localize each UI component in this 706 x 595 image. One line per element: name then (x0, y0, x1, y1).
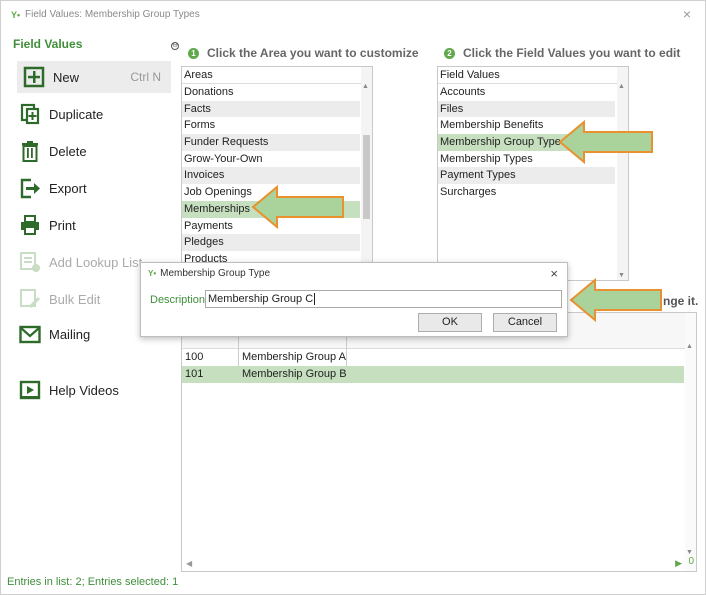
export-icon (19, 177, 41, 199)
areas-scrollbar[interactable]: ▲ (361, 67, 372, 266)
collapse-panel-button[interactable]: ⊖ (171, 42, 179, 50)
list-item[interactable]: Accounts (438, 84, 615, 101)
step-2-label: Click the Field Values you want to edit (463, 46, 681, 60)
list-item[interactable]: Pledges (182, 234, 360, 251)
sidebar-item-print[interactable]: Print (13, 209, 171, 241)
list-item[interactable]: Payment Types (438, 167, 615, 185)
sidebar-item-export[interactable]: Export (13, 172, 171, 204)
window-close-button[interactable]: × (683, 6, 691, 22)
scroll-up-arrow-icon[interactable]: ▲ (686, 343, 693, 350)
sidebar-item-label: Delete (49, 143, 87, 159)
description-field[interactable]: Membership Group C (205, 290, 562, 308)
scroll-right-arrow-icon[interactable]: ▶ (675, 558, 682, 569)
table-row-selected[interactable]: 101 Membership Group B (182, 366, 684, 383)
list-item[interactable]: Donations (182, 84, 360, 101)
list-item[interactable]: Funder Requests (182, 134, 360, 151)
sidebar-heading: Field Values (13, 37, 83, 51)
values-table[interactable]: 100 Membership Group A 101 Membership Gr… (181, 312, 697, 572)
areas-list[interactable]: Areas Donations Facts Forms Funder Reque… (181, 66, 373, 267)
list-item[interactable]: Invoices (182, 167, 360, 185)
shortcut-label: Ctrl N (130, 70, 161, 84)
list-item[interactable]: Forms (182, 117, 360, 134)
main-window: Y• Field Values: Membership Group Types … (0, 0, 706, 595)
plus-square-icon (23, 66, 45, 88)
printer-icon (19, 214, 41, 236)
scroll-left-arrow-icon[interactable]: ◀ (186, 559, 192, 568)
callout-arrow-description (569, 278, 662, 322)
app-logo-icon: Y• (11, 10, 21, 20)
sidebar-item-label: Print (49, 217, 76, 233)
video-icon (19, 379, 41, 401)
list-item[interactable]: Files (438, 100, 615, 118)
table-row[interactable]: 100 Membership Group A (182, 349, 684, 366)
list-item[interactable]: Surcharges (438, 184, 615, 201)
areas-list-header: Areas (182, 67, 372, 84)
sidebar-item-label: Duplicate (49, 106, 104, 122)
sidebar-item-help-videos[interactable]: Help Videos (13, 374, 171, 406)
ok-button[interactable]: OK (418, 313, 482, 332)
description-value: Membership Group C (208, 293, 314, 305)
corner-counter: 0 (688, 556, 694, 567)
table-scrollbar[interactable]: ▲ ▼ (685, 313, 696, 571)
scroll-thumb[interactable] (363, 135, 370, 219)
dialog-title-text: Membership Group Type (160, 268, 271, 279)
cancel-button[interactable]: Cancel (493, 313, 557, 332)
cell-name: Membership Group B (242, 368, 347, 380)
text-cursor (314, 293, 316, 306)
cell-name: Membership Group A (242, 351, 346, 363)
app-logo-icon: Y• (148, 269, 157, 278)
step-number-badge: 2 (444, 47, 455, 59)
mail-icon (19, 323, 41, 345)
sidebar-item-label: Export (49, 180, 87, 196)
trash-icon (19, 140, 41, 162)
field-values-list[interactable]: Field Values Accounts Files Membership B… (437, 66, 629, 281)
callout-arrow-memberships (251, 185, 344, 229)
add-lookup-icon (19, 251, 41, 273)
callout-arrow-group-types (558, 120, 653, 164)
membership-group-type-dialog: Y• Membership Group Type × Description Me… (140, 262, 568, 337)
scroll-up-arrow-icon[interactable]: ▲ (362, 83, 369, 90)
sidebar-item-label: Mailing (49, 326, 91, 342)
scroll-up-arrow-icon[interactable]: ▲ (618, 83, 625, 90)
description-label: Description (150, 294, 206, 306)
bulk-edit-icon (19, 288, 41, 310)
step-1-instruction: 1 Click the Area you want to customize (188, 46, 419, 60)
step-number-badge: 1 (188, 47, 199, 59)
sidebar-item-label: Help Videos (49, 382, 119, 398)
sidebar-item-label: Add Lookup List (49, 254, 143, 270)
step-1-label: Click the Area you want to customize (207, 46, 419, 60)
instruction-hint-truncated: nge it. (663, 294, 699, 308)
scroll-down-arrow-icon[interactable]: ▼ (686, 549, 693, 556)
status-bar: Entries in list: 2; Entries selected: 1 (7, 576, 179, 588)
sidebar-item-duplicate[interactable]: Duplicate (13, 98, 171, 130)
sidebar-item-label: New (53, 69, 80, 85)
list-item[interactable]: Facts (182, 100, 360, 118)
sidebar-item-new[interactable]: New Ctrl N (17, 61, 171, 93)
list-item[interactable]: Grow-Your-Own (182, 151, 360, 168)
title-bar: Y• Field Values: Membership Group Types … (1, 1, 705, 29)
dialog-title: Y• Membership Group Type (148, 268, 270, 279)
step-2-instruction: 2 Click the Field Values you want to edi… (444, 46, 680, 60)
field-values-scrollbar[interactable]: ▲ ▼ (617, 67, 628, 280)
duplicate-icon (19, 103, 41, 125)
dialog-close-button[interactable]: × (550, 266, 558, 281)
cell-code: 100 (185, 351, 204, 363)
cell-code: 101 (185, 368, 204, 380)
sidebar-item-delete[interactable]: Delete (13, 135, 171, 167)
field-values-list-header: Field Values (438, 67, 628, 84)
sidebar-item-label: Bulk Edit (49, 291, 101, 307)
window-title: Field Values: Membership Group Types (25, 9, 200, 20)
